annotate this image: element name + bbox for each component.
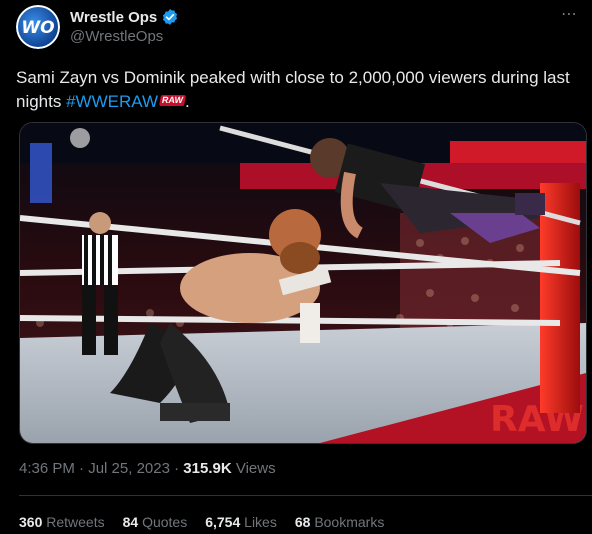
stat-label: Quotes	[142, 514, 188, 530]
tweet-text-end: .	[185, 92, 190, 111]
author-name[interactable]: Wrestle Ops	[70, 9, 157, 26]
author-name-row: Wrestle Ops	[70, 8, 179, 26]
meta-separator: ·	[174, 460, 180, 477]
tweet: WO Wrestle Ops @WrestleOps ⋯ Sami Zayn v…	[0, 0, 592, 534]
avatar-text: WO	[21, 18, 54, 38]
stat-retweets[interactable]: 360 Retweets	[19, 514, 105, 530]
engagement-stats: 360 Retweets 84 Quotes 6,754 Likes 68 Bo…	[19, 514, 384, 530]
tweet-time[interactable]: 4:36 PM	[19, 460, 75, 477]
stat-likes[interactable]: 6,754 Likes	[205, 514, 277, 530]
stat-quotes[interactable]: 84 Quotes	[123, 514, 188, 530]
stat-count: 84	[122, 514, 139, 530]
views-label: Views	[235, 460, 276, 477]
raw-hashflag-icon: RAW	[159, 95, 186, 106]
wrestle-ops-logo-icon: WO	[16, 5, 60, 49]
wrestling-photo: RAW	[20, 123, 586, 443]
avatar[interactable]: WO	[16, 5, 60, 49]
stat-label: Retweets	[46, 514, 105, 530]
tweet-media-image[interactable]: RAW	[19, 122, 587, 444]
tweet-metadata: 4:36 PM · Jul 25, 2023 · 315.9K Views	[19, 460, 276, 477]
divider	[19, 495, 592, 496]
stat-count: 6,754	[205, 514, 241, 530]
stat-count: 68	[294, 514, 311, 530]
stat-label: Bookmarks	[314, 514, 385, 530]
tweet-date[interactable]: Jul 25, 2023	[88, 460, 170, 477]
hashtag-link[interactable]: #WWERAW	[66, 92, 158, 111]
verified-badge-icon	[163, 9, 178, 25]
stat-bookmarks[interactable]: 68 Bookmarks	[295, 514, 385, 530]
tweet-text: Sami Zayn vs Dominik peaked with close t…	[16, 66, 572, 114]
meta-separator: ·	[79, 460, 85, 477]
stat-label: Likes	[244, 514, 277, 530]
views-count: 315.9K	[183, 460, 232, 477]
stat-count: 360	[19, 514, 43, 530]
more-options-icon[interactable]: ⋯	[561, 4, 578, 24]
author-handle[interactable]: @WrestleOps	[70, 28, 163, 45]
